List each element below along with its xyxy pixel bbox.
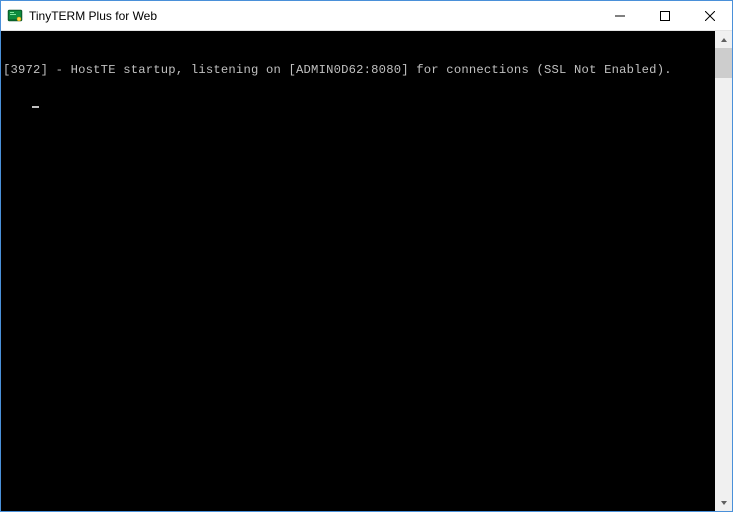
terminal-cursor bbox=[32, 106, 39, 108]
window-title: TinyTERM Plus for Web bbox=[29, 9, 597, 23]
terminal-output[interactable]: [3972] - HostTE startup, listening on [A… bbox=[1, 31, 715, 511]
vertical-scrollbar[interactable] bbox=[715, 31, 732, 511]
window-controls bbox=[597, 1, 732, 30]
scrollbar-thumb[interactable] bbox=[715, 48, 732, 78]
app-icon bbox=[7, 8, 23, 24]
scroll-down-button[interactable] bbox=[715, 494, 732, 511]
scroll-up-button[interactable] bbox=[715, 31, 732, 48]
titlebar[interactable]: TinyTERM Plus for Web bbox=[1, 1, 732, 31]
terminal-line: [3972] - HostTE startup, listening on [A… bbox=[3, 63, 713, 78]
client-area: [3972] - HostTE startup, listening on [A… bbox=[1, 31, 732, 511]
close-button[interactable] bbox=[687, 1, 732, 30]
maximize-button[interactable] bbox=[642, 1, 687, 30]
scrollbar-track[interactable] bbox=[715, 48, 732, 494]
minimize-button[interactable] bbox=[597, 1, 642, 30]
